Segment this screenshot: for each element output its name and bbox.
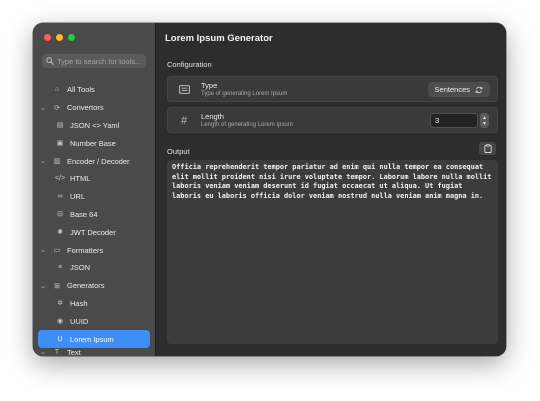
app-window: ⌂ All Tools ⌄ ⟳ Convertors ▤ JSON <> Yaml ▣ Numb… bbox=[33, 23, 506, 356]
type-setting-card: Type Type of generating Lorem Ipsum Sent… bbox=[167, 76, 498, 102]
length-input[interactable]: 3 bbox=[430, 113, 478, 128]
type-list-icon bbox=[178, 84, 190, 95]
base64-icon: ⊟ bbox=[57, 211, 63, 219]
chevron-down-icon[interactable]: ⌄ bbox=[39, 157, 47, 165]
sidebar-item-all-tools[interactable]: ⌂ All Tools bbox=[33, 81, 155, 99]
sidebar-item-uuid[interactable]: ◉ UUID bbox=[33, 312, 155, 330]
search-field[interactable] bbox=[42, 54, 146, 68]
arrows-cycle-icon: ⟳ bbox=[54, 104, 60, 112]
sidebar-item-label: Lorem Ipsum bbox=[70, 334, 114, 344]
sidebar-item-hash[interactable]: ✲ Hash bbox=[33, 295, 155, 313]
sidebar-item-url[interactable]: ∞ URL bbox=[33, 188, 155, 206]
sidebar-item-text[interactable]: ⌄ T Text bbox=[33, 348, 155, 356]
jwt-sparkle-icon: ✺ bbox=[57, 229, 63, 237]
chevron-down-icon[interactable]: ⌄ bbox=[39, 246, 47, 254]
sidebar-item-label: HTML bbox=[70, 174, 91, 184]
lines-icon: ≡ bbox=[57, 264, 63, 272]
length-stepper[interactable]: 3 ▲ ▼ bbox=[430, 113, 490, 128]
sidebar-item-encoder-decoder[interactable]: ⌄ ▥ Encoder / Decoder bbox=[33, 152, 155, 170]
configuration-label: Configuration bbox=[167, 60, 212, 69]
sidebar-item-lorem-ipsum[interactable]: U Lorem Ipsum bbox=[38, 330, 150, 348]
number-box-icon: ▣ bbox=[56, 140, 64, 148]
chevron-down-icon[interactable]: ⌄ bbox=[39, 282, 47, 290]
copy-output-button[interactable] bbox=[479, 142, 496, 155]
encoder-box-icon: ▥ bbox=[53, 158, 61, 166]
stepper-arrows[interactable]: ▲ ▼ bbox=[480, 113, 489, 128]
sidebar-item-label: Generators bbox=[67, 281, 105, 291]
sidebar-item-label: Formatters bbox=[67, 245, 104, 255]
zoom-window-button[interactable] bbox=[68, 34, 75, 41]
length-setting-title: Length bbox=[201, 112, 224, 121]
lorem-ipsum-icon: U bbox=[57, 335, 63, 343]
up-down-chevron-icon bbox=[475, 86, 483, 93]
sidebar-item-formatters[interactable]: ⌄ ▭ Formatters bbox=[33, 241, 155, 259]
sidebar-item-label: Number Base bbox=[70, 138, 116, 148]
sidebar-item-label: Base 64 bbox=[70, 209, 98, 219]
chevron-down-icon[interactable]: ⌄ bbox=[39, 104, 47, 112]
generator-box-icon: ⊞ bbox=[54, 282, 60, 290]
minimize-window-button[interactable] bbox=[56, 34, 63, 41]
formatter-box-icon: ▭ bbox=[53, 247, 61, 255]
link-icon: ∞ bbox=[57, 193, 63, 201]
type-select[interactable]: Sentences bbox=[427, 82, 490, 97]
search-icon bbox=[46, 57, 54, 65]
main-panel: Lorem Ipsum Generator Configuration Type… bbox=[155, 23, 506, 356]
chevron-down-icon[interactable]: ⌄ bbox=[39, 348, 47, 356]
home-icon: ⌂ bbox=[54, 86, 60, 94]
doc-icon: ▤ bbox=[56, 122, 64, 130]
type-select-value: Sentences bbox=[434, 85, 470, 94]
sidebar-item-label: All Tools bbox=[67, 85, 95, 95]
uuid-circle-icon: ◉ bbox=[56, 318, 64, 326]
sidebar-item-label: JWT Decoder bbox=[70, 227, 116, 237]
sidebar-item-label: Encoder / Decoder bbox=[67, 156, 130, 166]
sidebar-item-number-base[interactable]: ▣ Number Base bbox=[33, 134, 155, 152]
sidebar-item-label: Hash bbox=[70, 298, 88, 308]
output-text-area[interactable]: Officia reprehenderit tempor pariatur ad… bbox=[167, 160, 498, 344]
sidebar-item-jwt-decoder[interactable]: ✺ JWT Decoder bbox=[33, 223, 155, 241]
length-setting-card: # Length Length of generating Lorem Ipsu… bbox=[167, 107, 498, 133]
sidebar-item-label: JSON <> Yaml bbox=[70, 120, 120, 130]
sidebar-item-label: URL bbox=[70, 192, 86, 202]
sidebar-item-label: Text bbox=[67, 347, 81, 356]
type-setting-title: Type bbox=[201, 81, 218, 90]
sidebar-item-json[interactable]: ≡ JSON bbox=[33, 259, 155, 277]
search-input[interactable] bbox=[54, 56, 146, 66]
close-window-button[interactable] bbox=[44, 34, 51, 41]
code-brackets-icon: </> bbox=[54, 175, 66, 183]
text-icon: T bbox=[54, 348, 60, 356]
length-setting-subtitle: Length of generating Lorem Ipsum bbox=[201, 122, 293, 128]
hash-icon: # bbox=[180, 114, 188, 127]
page-title: Lorem Ipsum Generator bbox=[165, 33, 273, 44]
sidebar-item-label: JSON bbox=[70, 263, 91, 273]
stepper-down-icon[interactable]: ▼ bbox=[482, 121, 487, 127]
type-setting-subtitle: Type of generating Lorem Ipsum bbox=[201, 91, 288, 97]
sidebar-item-label: Convertors bbox=[67, 103, 104, 113]
sidebar-item-label: UUID bbox=[70, 316, 89, 326]
sidebar-nav: ⌂ All Tools ⌄ ⟳ Convertors ▤ JSON <> Yaml ▣ Numb… bbox=[33, 81, 155, 356]
sidebar-item-html[interactable]: </> HTML bbox=[33, 170, 155, 188]
hash-gear-icon: ✲ bbox=[57, 300, 63, 308]
sidebar-item-json-yaml[interactable]: ▤ JSON <> Yaml bbox=[33, 117, 155, 135]
sidebar: ⌂ All Tools ⌄ ⟳ Convertors ▤ JSON <> Yaml ▣ Numb… bbox=[33, 23, 155, 356]
sidebar-item-base-64[interactable]: ⊟ Base 64 bbox=[33, 206, 155, 224]
sidebar-item-generators[interactable]: ⌄ ⊞ Generators bbox=[33, 277, 155, 295]
output-label: Output bbox=[167, 147, 190, 156]
clipboard-icon bbox=[483, 144, 492, 153]
sidebar-item-convertors[interactable]: ⌄ ⟳ Convertors bbox=[33, 99, 155, 117]
traffic-lights bbox=[44, 34, 75, 41]
